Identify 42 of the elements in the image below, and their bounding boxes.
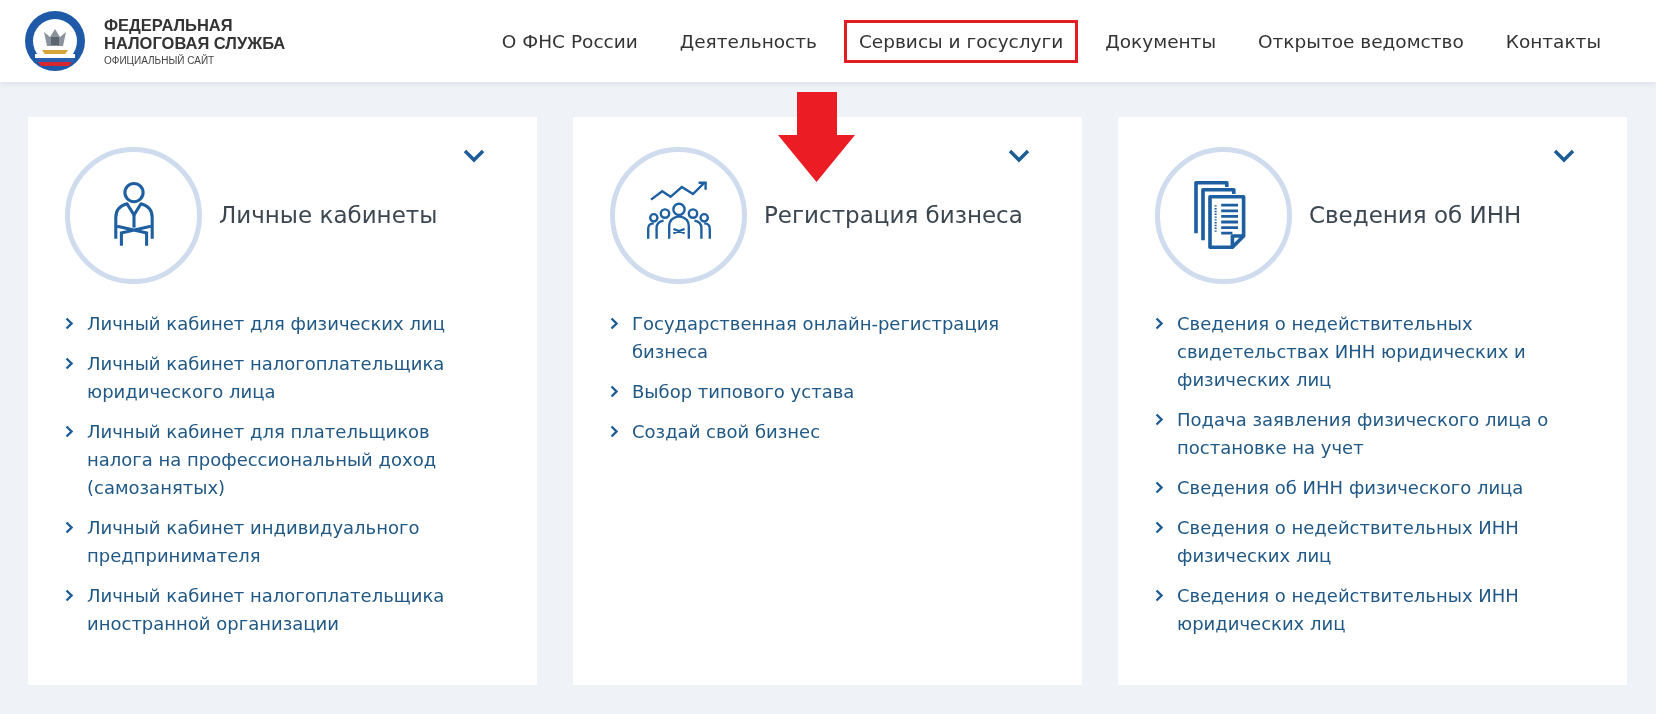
card-title: Регистрация бизнеса <box>764 202 1023 228</box>
service-link[interactable]: Личный кабинет индивидуального предпринимателя <box>87 514 501 570</box>
card-title: Сведения об ИНН <box>1309 202 1522 228</box>
service-link[interactable]: Личный кабинет налогоплательщика иностранной организации <box>87 582 501 638</box>
nav-link[interactable]: Контакты <box>1490 19 1616 63</box>
card-title: Личные кабинеты <box>219 202 438 228</box>
chevron-right-icon <box>610 317 618 330</box>
chevron-right-icon <box>65 357 73 370</box>
site-title: НАЛОГОВАЯ СЛУЖБА <box>104 34 286 52</box>
chevron-right-icon <box>610 385 618 398</box>
site-title: ФЕДЕРАЛЬНАЯ <box>104 16 234 34</box>
chevron-down-icon[interactable] <box>463 149 485 163</box>
service-link[interactable]: Сведения о недействительных ИНН юридических лиц <box>1177 582 1591 638</box>
service-link[interactable]: Сведения об ИНН физического лица <box>1177 474 1524 502</box>
service-link[interactable]: Личный кабинет для физических лиц <box>87 310 445 338</box>
service-link[interactable]: Создай свой бизнес <box>632 418 821 446</box>
chevron-right-icon <box>65 317 73 330</box>
chevron-right-icon <box>1155 589 1163 602</box>
nav-link[interactable]: Деятельность <box>664 19 832 63</box>
chevron-down-icon[interactable] <box>1008 149 1030 163</box>
nav-link[interactable]: Документы <box>1090 19 1231 63</box>
chevron-right-icon <box>65 425 73 438</box>
chevron-right-icon <box>65 589 73 602</box>
emblem-logo[interactable] <box>24 10 86 72</box>
service-link[interactable]: Личный кабинет для плательщиков налога на профессиональный доход (самозанятых) <box>87 418 501 502</box>
chevron-right-icon <box>610 425 618 438</box>
site-subtitle: ОФИЦИАЛЬНЫЙ САЙТ <box>104 55 216 66</box>
service-link[interactable]: Государственная онлайн-регистрация бизнеса <box>632 310 1046 366</box>
service-link[interactable]: Подача заявления физического лица о постановке на учет <box>1177 406 1591 462</box>
service-link[interactable]: Личный кабинет налогоплательщика юридического лица <box>87 350 501 406</box>
chevron-right-icon <box>1155 521 1163 534</box>
nav-link[interactable]: Сервисы и госуслуги <box>843 19 1079 63</box>
service-link[interactable]: Сведения о недействительных ИНН физических лиц <box>1177 514 1591 570</box>
chevron-right-icon <box>65 521 73 534</box>
service-link[interactable]: Выбор типового устава <box>632 378 855 406</box>
nav-link[interactable]: О ФНС России <box>486 19 653 63</box>
chevron-right-icon <box>1155 413 1163 426</box>
service-link[interactable]: Сведения о недействительных свидетельствах ИНН юридических и физических лиц <box>1177 310 1591 394</box>
nav-link[interactable]: Открытое ведомство <box>1243 19 1479 63</box>
chevron-right-icon <box>1155 317 1163 330</box>
chevron-right-icon <box>1155 481 1163 494</box>
chevron-down-icon[interactable] <box>1553 149 1575 163</box>
